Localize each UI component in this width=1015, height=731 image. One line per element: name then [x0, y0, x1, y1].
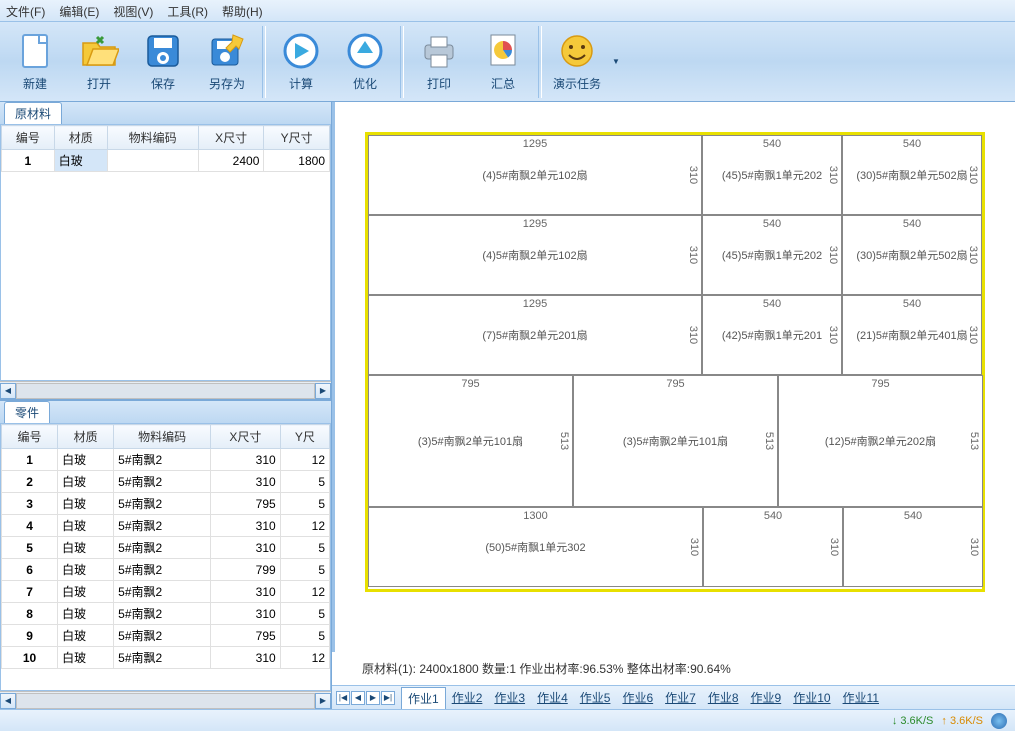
cutting-layout: 1295(4)5#南飘2单元102扇310540(45)5#南飘1单元20231… [332, 102, 1015, 652]
new-button[interactable]: 新建 [4, 26, 66, 98]
saveas-icon [207, 31, 247, 71]
col-header[interactable]: 材质 [58, 425, 114, 449]
print-button[interactable]: 打印 [408, 26, 470, 98]
job-tab[interactable]: 作业4 [531, 687, 574, 709]
save-button[interactable]: 保存 [132, 26, 194, 98]
parts-hscroll[interactable]: ◀▶ [0, 691, 331, 709]
cut-piece: 1295(7)5#南飘2单元201扇310 [368, 295, 702, 375]
open-icon [79, 31, 119, 71]
table-row[interactable]: 1白玻5#南飘231012 [2, 449, 330, 471]
nav-next[interactable]: ▶ [366, 691, 380, 705]
cut-piece: 540(21)5#南飘2单元401扇310 [842, 295, 982, 375]
calc-button[interactable]: 计算 [270, 26, 332, 98]
summary-button[interactable]: 汇总 [472, 26, 534, 98]
table-row[interactable]: 3白玻5#南飘27955 [2, 493, 330, 515]
menu-item[interactable]: 工具(R) [167, 3, 208, 18]
job-tab[interactable]: 作业3 [488, 687, 531, 709]
col-header[interactable]: Y尺寸 [264, 126, 330, 150]
cut-piece: 540(45)5#南飘1单元202310 [702, 215, 842, 295]
cut-piece: 795(3)5#南飘2单元101扇513 [573, 375, 778, 507]
optimize-button[interactable]: 优化 [334, 26, 396, 98]
table-row[interactable]: 1白玻24001800 [2, 150, 330, 172]
open-button[interactable]: 打开 [68, 26, 130, 98]
job-tab[interactable]: 作业10 [787, 687, 836, 709]
table-row[interactable]: 10白玻5#南飘231012 [2, 647, 330, 669]
table-row[interactable]: 4白玻5#南飘231012 [2, 515, 330, 537]
job-tabs: |◀ ◀ ▶ ▶| 作业1作业2作业3作业4作业5作业6作业7作业8作业9作业1… [332, 685, 1015, 709]
job-tab[interactable]: 作业8 [702, 687, 745, 709]
print-icon [419, 31, 459, 71]
job-tab[interactable]: 作业11 [837, 687, 885, 709]
col-header[interactable]: Y尺 [280, 425, 329, 449]
nav-prev[interactable]: ◀ [351, 691, 365, 705]
cut-piece: 540310 [703, 507, 843, 587]
menu-bar: 文件(F) 编辑(E) 视图(V) 工具(R) 帮助(H) [0, 0, 1015, 22]
nav-first[interactable]: |◀ [336, 691, 350, 705]
job-tab[interactable]: 作业6 [616, 687, 659, 709]
menu-item[interactable]: 帮助(H) [222, 3, 263, 18]
job-tab[interactable]: 作业9 [745, 687, 788, 709]
optimize-icon [345, 31, 385, 71]
table-row[interactable]: 5白玻5#南飘23105 [2, 537, 330, 559]
cut-piece: 1300(50)5#南飘1单元302310 [368, 507, 703, 587]
cut-piece: 1295(4)5#南飘2单元102扇310 [368, 215, 702, 295]
cut-piece: 540(45)5#南飘1单元202310 [702, 135, 842, 215]
cut-piece: 540(30)5#南飘2单元502扇310 [842, 215, 982, 295]
calc-icon [281, 31, 321, 71]
table-row[interactable]: 2白玻5#南飘23105 [2, 471, 330, 493]
col-header[interactable]: 编号 [2, 126, 55, 150]
cut-piece: 540(42)5#南飘1单元201310 [702, 295, 842, 375]
toolbar: 新建打开保存另存为计算优化打印汇总演示任务▼ [0, 22, 1015, 102]
table-row[interactable]: 9白玻5#南飘27955 [2, 625, 330, 647]
status-bar: ↓ 3.6K/S ↑ 3.6K/S [0, 709, 1015, 731]
col-header[interactable]: 材质 [54, 126, 107, 150]
demo-button[interactable]: 演示任务 [546, 26, 608, 98]
sheet: 1295(4)5#南飘2单元102扇310540(45)5#南飘1单元20231… [365, 132, 985, 592]
materials-grid[interactable]: 编号材质物料编码X尺寸Y尺寸1白玻24001800 [1, 125, 330, 172]
save-icon [143, 31, 183, 71]
cut-piece: 540(30)5#南飘2单元502扇310 [842, 135, 982, 215]
demo-icon [557, 31, 597, 71]
cut-piece: 795(12)5#南飘2单元202扇513 [778, 375, 983, 507]
col-header[interactable]: X尺寸 [198, 126, 264, 150]
col-header[interactable]: 编号 [2, 425, 58, 449]
menu-item[interactable]: 编辑(E) [59, 3, 99, 18]
parts-tab[interactable]: 零件 [4, 401, 50, 423]
col-header[interactable]: X尺寸 [211, 425, 281, 449]
summary-icon [483, 31, 523, 71]
job-tab[interactable]: 作业5 [574, 687, 617, 709]
table-row[interactable]: 8白玻5#南飘23105 [2, 603, 330, 625]
cut-piece: 1295(4)5#南飘2单元102扇310 [368, 135, 702, 215]
col-header[interactable]: 物料编码 [114, 425, 211, 449]
table-row[interactable]: 6白玻5#南飘27995 [2, 559, 330, 581]
cut-piece: 540310 [843, 507, 983, 587]
materials-hscroll[interactable]: ◀▶ [0, 381, 331, 399]
menu-item[interactable]: 文件(F) [6, 3, 45, 18]
parts-tab-bar: 零件 [0, 401, 331, 423]
cut-piece: 795(3)5#南飘2单元101扇513 [368, 375, 573, 507]
nav-last[interactable]: ▶| [381, 691, 395, 705]
materials-tab[interactable]: 原材料 [4, 102, 62, 124]
parts-grid[interactable]: 编号材质物料编码X尺寸Y尺1白玻5#南飘2310122白玻5#南飘231053白… [1, 424, 330, 669]
toolbar-dropdown[interactable]: ▼ [610, 26, 622, 98]
job-tab[interactable]: 作业1 [401, 687, 446, 709]
table-row[interactable]: 7白玻5#南飘231012 [2, 581, 330, 603]
ie-icon [991, 713, 1007, 729]
materials-tab-bar: 原材料 [0, 102, 331, 124]
col-header[interactable]: 物料编码 [107, 126, 198, 150]
job-tab[interactable]: 作业2 [446, 687, 489, 709]
job-tab[interactable]: 作业7 [659, 687, 702, 709]
info-line: 原材料(1): 2400x1800 数量:1 作业出材率:96.53% 整体出材… [332, 652, 1015, 685]
saveas-button[interactable]: 另存为 [196, 26, 258, 98]
new-icon [15, 31, 55, 71]
menu-item[interactable]: 视图(V) [113, 3, 153, 18]
